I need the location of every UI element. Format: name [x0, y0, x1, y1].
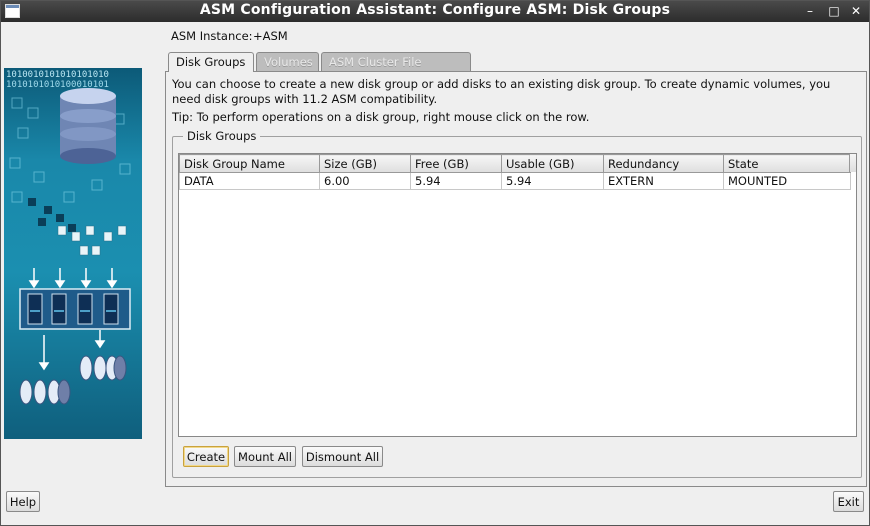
disk-array-icon — [19, 288, 131, 330]
table-row[interactable]: DATA 6.00 5.94 5.94 EXTERN MOUNTED — [179, 172, 851, 190]
asmca-window: ASM Configuration Assistant: Configure A… — [0, 0, 870, 526]
cell-free[interactable]: 5.94 — [410, 172, 502, 190]
database-icon — [60, 88, 116, 164]
disk-stack-icon-2 — [79, 355, 127, 381]
dismount-all-button[interactable]: Dismount All — [302, 446, 383, 467]
tab-disk-groups[interactable]: Disk Groups — [168, 52, 254, 72]
disk-stack-icon — [19, 379, 71, 405]
cell-state[interactable]: MOUNTED — [723, 172, 851, 190]
cell-usable[interactable]: 5.94 — [501, 172, 604, 190]
disk-groups-table[interactable]: Disk Group Name Size (GB) Free (GB) Usab… — [178, 153, 857, 437]
exit-button[interactable]: Exit — [833, 491, 864, 512]
column-header-free[interactable]: Free (GB) — [410, 154, 502, 173]
tip-text: Tip: To perform operations on a disk gro… — [172, 110, 590, 124]
asm-instance-label: ASM Instance: — [171, 29, 253, 43]
cell-redundancy[interactable]: EXTERN — [603, 172, 724, 190]
table-header-corner — [849, 154, 856, 172]
side-illustration: 1010010101010101010 1010101010100010101 — [4, 68, 142, 439]
table-header-row: Disk Group Name Size (GB) Free (GB) Usab… — [179, 154, 851, 173]
cell-disk-group-name[interactable]: DATA — [179, 172, 320, 190]
description-text: You can choose to create a new disk grou… — [172, 77, 831, 106]
maximize-icon[interactable]: □ — [825, 3, 843, 19]
tab-volumes[interactable]: Volumes — [256, 52, 319, 71]
title-bar[interactable]: ASM Configuration Assistant: Configure A… — [1, 1, 869, 22]
mount-all-button[interactable]: Mount All — [234, 446, 296, 467]
cell-size[interactable]: 6.00 — [319, 172, 411, 190]
column-header-state[interactable]: State — [723, 154, 851, 173]
column-header-disk-group-name[interactable]: Disk Group Name — [179, 154, 320, 173]
asm-instance-value: +ASM — [253, 29, 288, 43]
window-title: ASM Configuration Assistant: Configure A… — [199, 2, 671, 18]
help-button[interactable]: Help — [6, 491, 40, 512]
create-button[interactable]: Create — [183, 446, 229, 467]
close-icon[interactable]: ✕ — [847, 3, 865, 19]
tab-asm-cluster-file-systems[interactable]: ASM Cluster File Systems — [321, 52, 471, 87]
minimize-icon[interactable]: – — [801, 3, 819, 19]
binary-text-line-1: 1010010101010101010 — [6, 70, 109, 80]
disk-groups-legend: Disk Groups — [183, 129, 261, 143]
column-header-usable[interactable]: Usable (GB) — [501, 154, 604, 173]
column-header-size[interactable]: Size (GB) — [319, 154, 411, 173]
column-header-redundancy[interactable]: Redundancy — [603, 154, 724, 173]
